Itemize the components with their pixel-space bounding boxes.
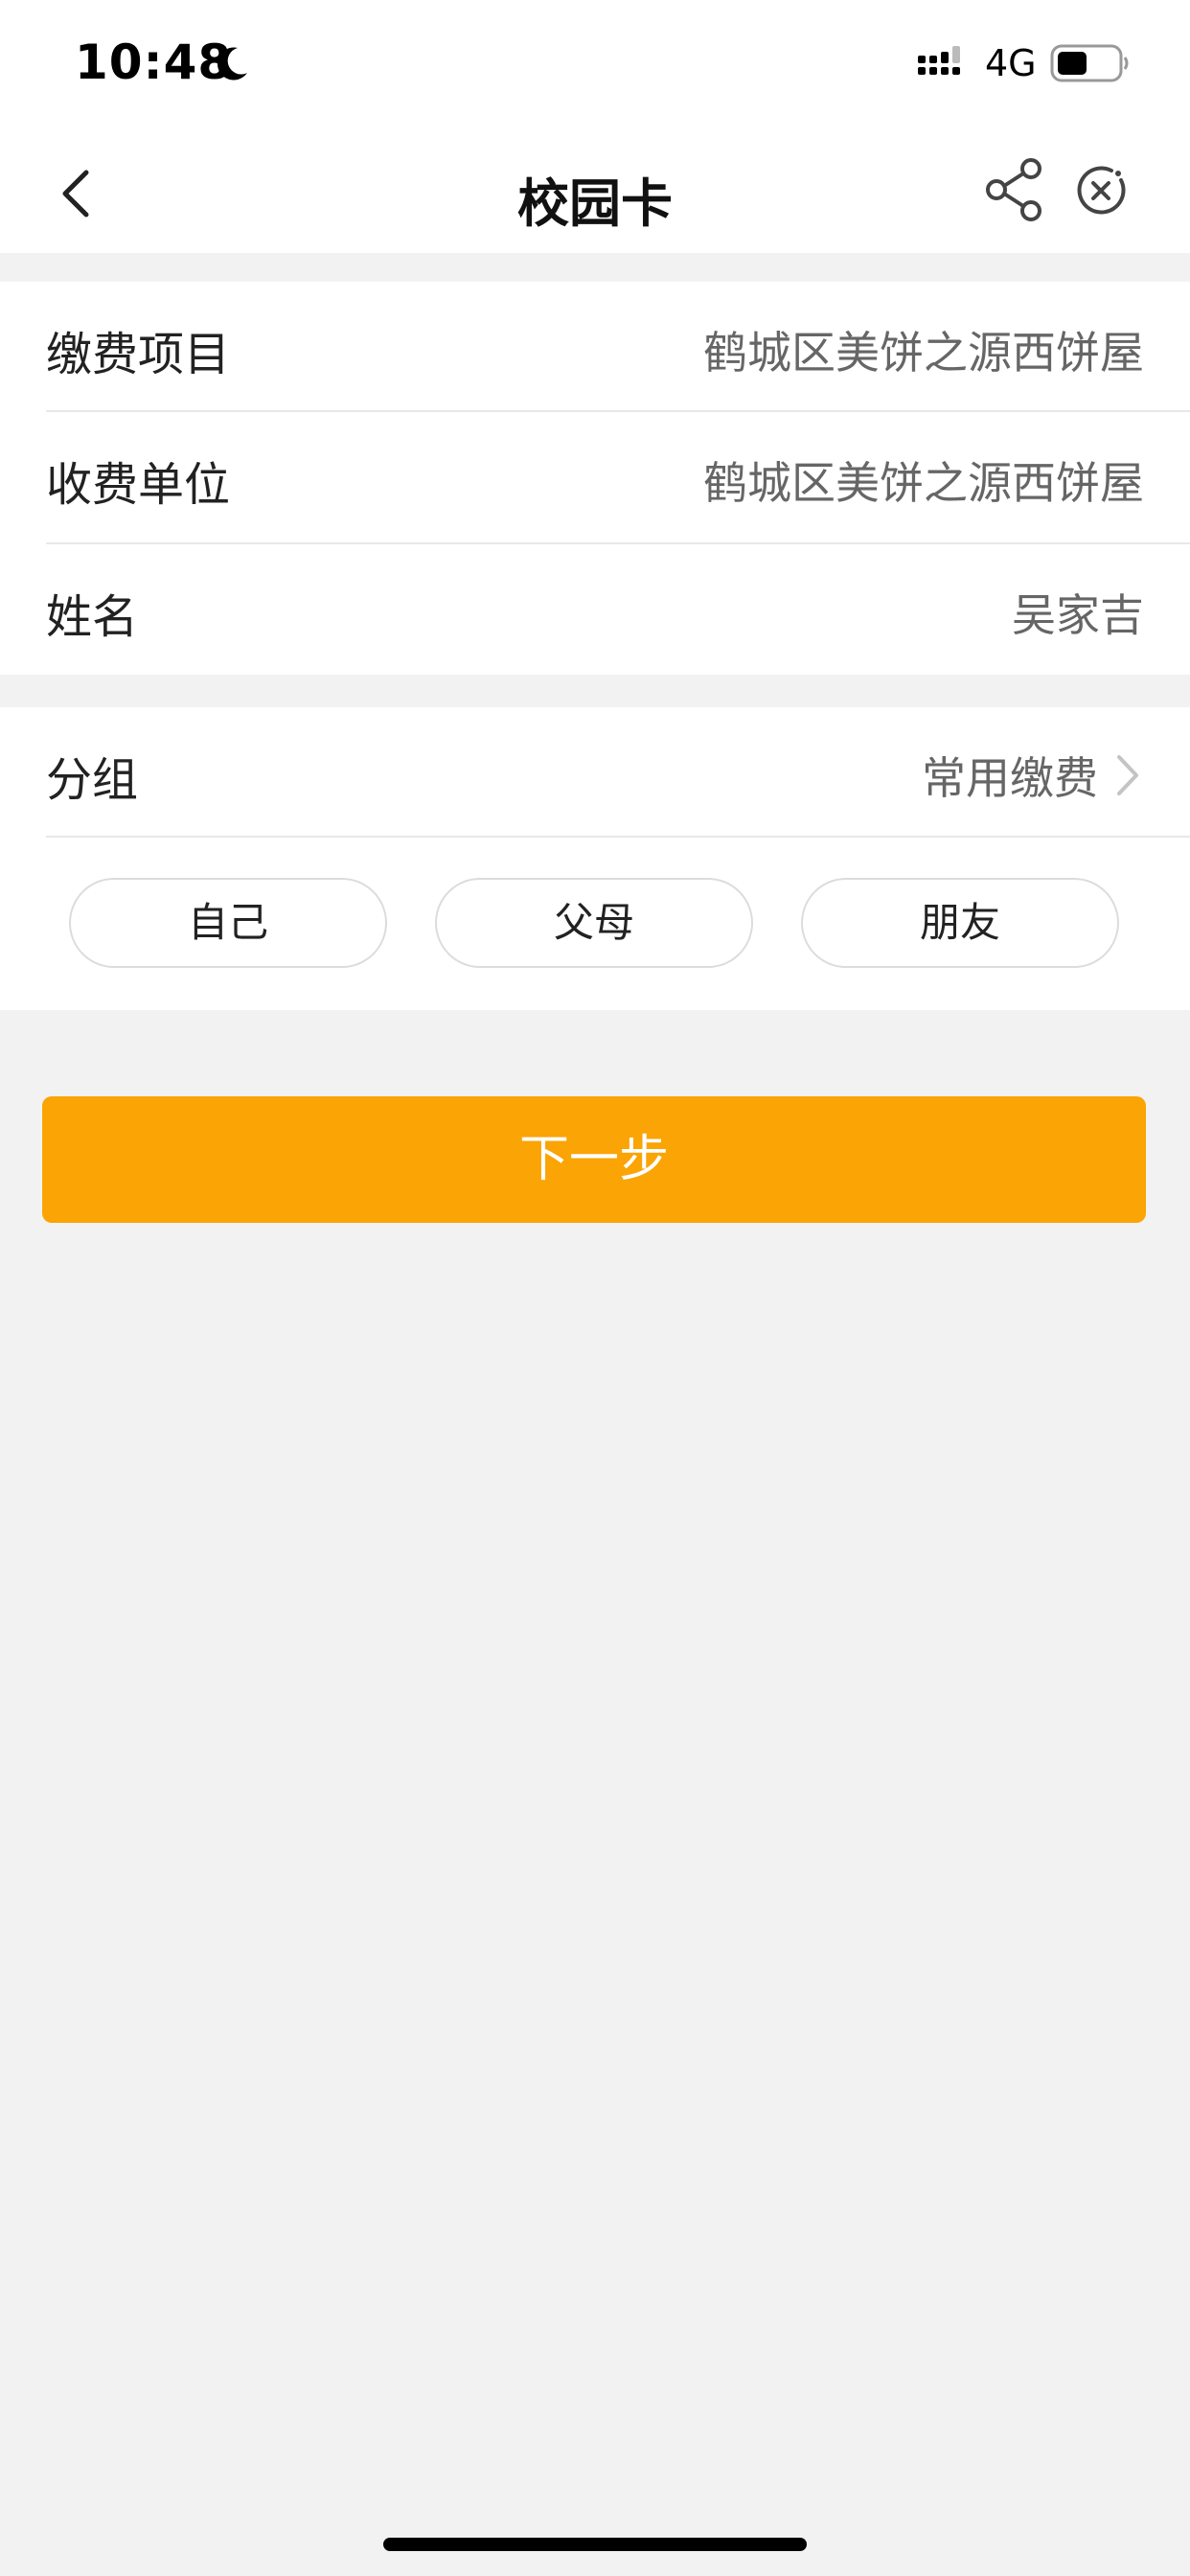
payment-item-row: 缴费项目 鹤城区美饼之源西饼屋 [46,282,1190,412]
group-value: 常用缴费 [922,752,1098,804]
group-option-parents[interactable]: 父母 [435,878,753,968]
signal-icon [918,46,960,75]
share-icon[interactable] [983,157,1044,222]
moon-icon [217,47,247,80]
row-divider [46,836,1190,838]
status-bar: 10:48 4G [0,0,1190,134]
network-label: 4G [985,42,1037,84]
home-indicator[interactable] [383,2538,807,2551]
nav-bar: 校园卡 [0,134,1190,253]
payment-item-label: 缴费项目 [46,328,231,381]
group-row[interactable]: 分组 常用缴费 [46,707,1190,838]
payment-info-card: 缴费项目 鹤城区美饼之源西饼屋 收费单位 鹤城区美饼之源西饼屋 姓名 吴家吉 [0,282,1190,675]
chevron-right-icon [1117,755,1138,795]
group-option-self[interactable]: 自己 [69,878,387,968]
next-button[interactable]: 下一步 [42,1096,1146,1223]
status-time: 10:48 [75,34,233,90]
group-label: 分组 [46,753,139,807]
name-label: 姓名 [46,590,139,644]
battery-icon [1050,44,1129,82]
payee-label: 收费单位 [46,458,231,512]
name-value: 吴家吉 [1012,589,1144,641]
payee-value: 鹤城区美饼之源西饼屋 [703,457,1144,509]
payment-item-value: 鹤城区美饼之源西饼屋 [703,327,1144,379]
group-option-friends[interactable]: 朋友 [801,878,1119,968]
close-icon[interactable] [1073,163,1129,218]
payee-row: 收费单位 鹤城区美饼之源西饼屋 [46,412,1190,542]
name-row: 姓名 吴家吉 [46,544,1190,675]
